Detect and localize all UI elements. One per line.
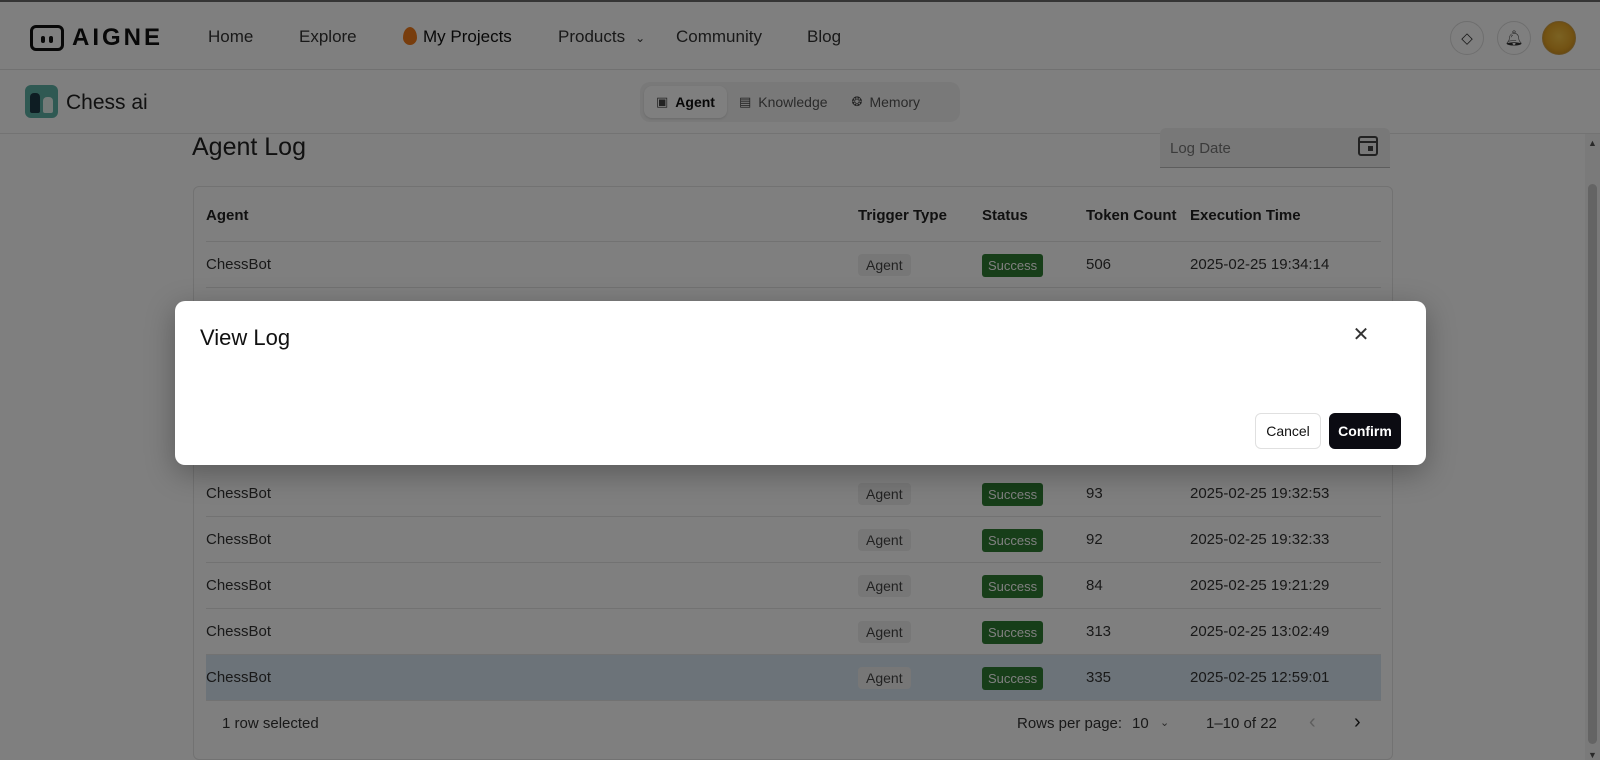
cancel-button[interactable]: Cancel	[1255, 413, 1321, 449]
dialog-title: View Log	[200, 325, 291, 350]
view-log-dialog: View Log ✕ Cancel Confirm	[175, 301, 1426, 465]
close-icon[interactable]: ✕	[1349, 323, 1373, 347]
confirm-button[interactable]: Confirm	[1329, 413, 1401, 449]
